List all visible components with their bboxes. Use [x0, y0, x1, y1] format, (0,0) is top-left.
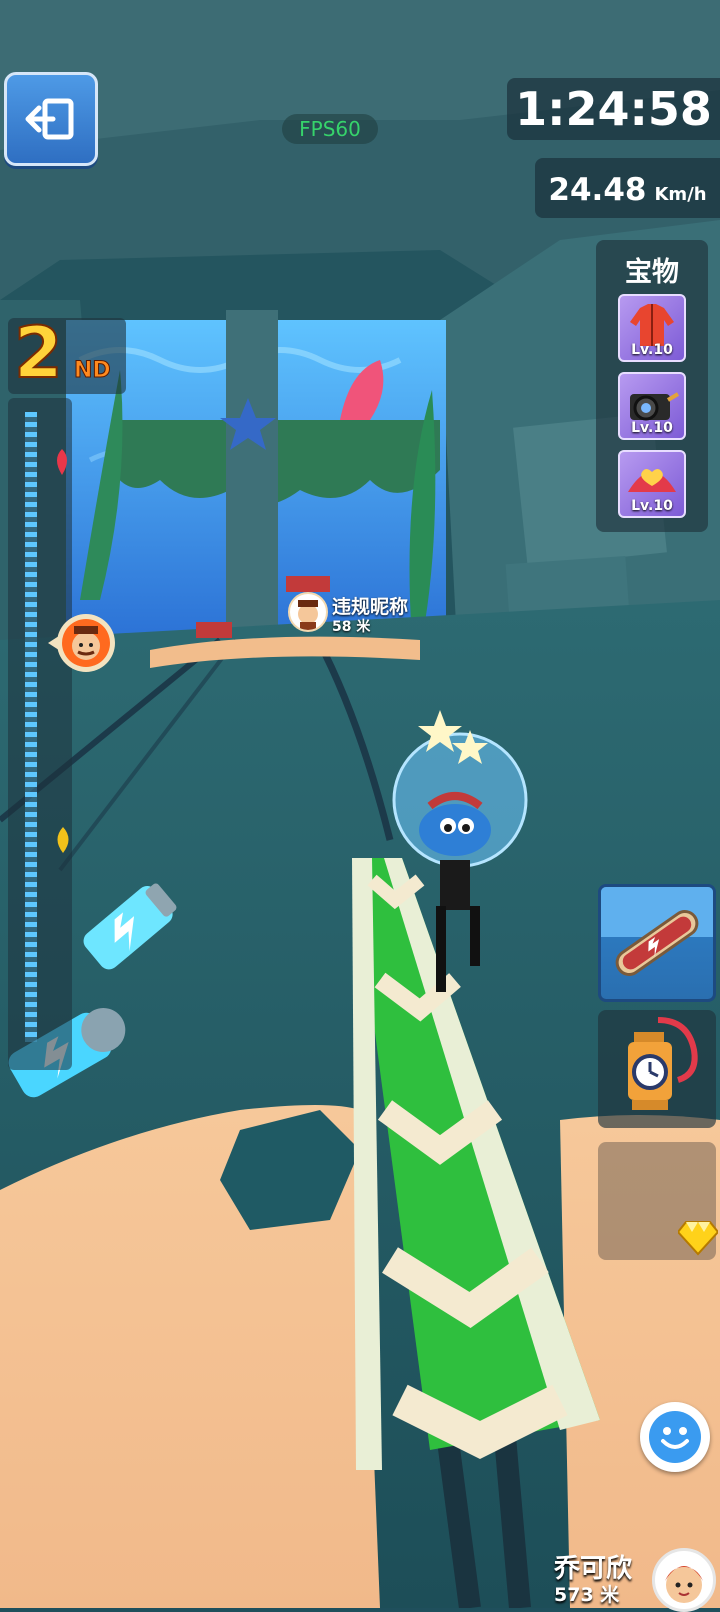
treasure-slot-3[interactable]: Lv.10 [618, 450, 686, 518]
treasure-panel: 宝物 Lv.10 Lv.10 Lv.10 [596, 240, 708, 532]
treasure-title: 宝物 [625, 257, 679, 288]
rank-number: 2 [13, 311, 64, 395]
item-slot-skateboard[interactable] [598, 884, 716, 1002]
treasure-slot-2[interactable]: Lv.10 [618, 372, 686, 440]
progress-track [25, 412, 37, 1042]
treasure-level-3: Lv.10 [631, 498, 673, 514]
treasure-slot-1[interactable]: Lv.10 [618, 294, 686, 362]
rank-suffix: ND [74, 358, 112, 384]
opponent-progress-marker [57, 449, 67, 476]
player-avatar [652, 1548, 716, 1612]
item-slot-lantern[interactable] [598, 1010, 716, 1128]
opponent-distance: 58 米 [332, 619, 371, 635]
speed-display: 24.48 Km/h [535, 158, 720, 218]
opponent-avatar [288, 592, 328, 632]
treasure-level-2: Lv.10 [631, 420, 673, 436]
lantern-clock-icon [628, 1017, 698, 1110]
opponent-progress-avatar [44, 612, 116, 674]
player-distance: 573 米 [554, 1584, 620, 1606]
exit-button[interactable] [4, 72, 98, 166]
speed-value: 24.48 [548, 172, 647, 208]
opponent-face-icon [298, 600, 318, 630]
emoji-button[interactable] [640, 1402, 710, 1472]
race-rank: 2 ND [8, 311, 126, 395]
treasure-level-1: Lv.10 [631, 342, 673, 358]
player-progress-marker [57, 827, 69, 854]
smiley-icon [649, 1411, 701, 1463]
speed-unit: Km/h [654, 184, 707, 205]
opponent-avatar-icon [48, 614, 115, 672]
skateboard-icon [601, 887, 713, 977]
player-face-icon [665, 1566, 703, 1603]
exit-icon [25, 98, 74, 140]
race-progress-bar [8, 398, 72, 1070]
diamond-icon [676, 1220, 720, 1256]
opponent-name: 违规昵称 [332, 596, 409, 618]
race-timer: 1:24:58 [507, 78, 720, 140]
fps-counter: FPS60 [282, 114, 378, 144]
opponent-tag: 违规昵称 58 米 [288, 592, 418, 640]
player-tag: 乔可欣 573 米 [552, 1548, 720, 1612]
